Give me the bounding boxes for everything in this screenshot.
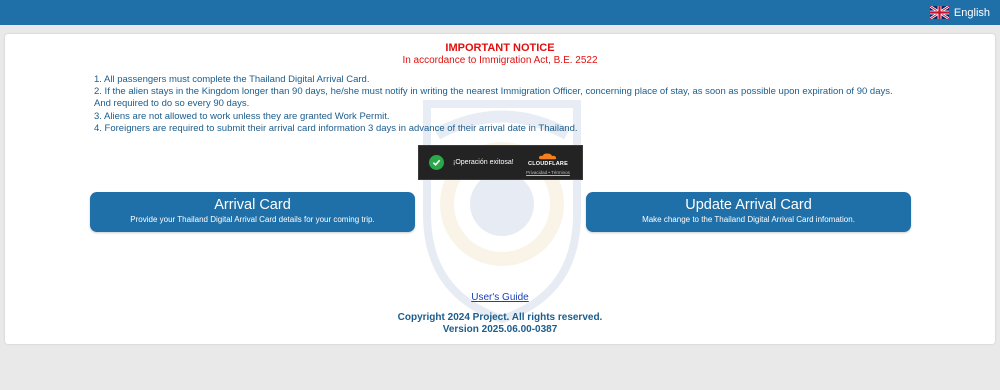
- main-card: IMPORTANT NOTICE In accordance to Immigr…: [5, 34, 995, 344]
- cloudflare-logo-text: CLOUDFLARE: [528, 161, 568, 167]
- language-selector[interactable]: English: [929, 6, 990, 19]
- rule-item: 1. All passengers must complete the Thai…: [94, 74, 370, 85]
- arrival-card-title: Arrival Card: [214, 197, 291, 213]
- uk-flag-icon: [929, 6, 949, 19]
- version-text: Version 2025.06.00-0387: [442, 324, 558, 335]
- arrival-card-description: Provide your Thailand Digital Arrival Ca…: [130, 215, 375, 224]
- notice-rules: 1. All passengers must complete the Thai…: [94, 74, 909, 135]
- user-guide-link[interactable]: User's Guide: [471, 292, 529, 303]
- update-arrival-card-title: Update Arrival Card: [685, 197, 812, 213]
- captcha-status: ¡Operación exitosa!: [453, 159, 514, 166]
- language-label: English: [953, 6, 990, 19]
- captcha-policy-links[interactable]: Privacidad • Términos: [526, 170, 570, 175]
- update-arrival-card-description: Make change to the Thailand Digital Arri…: [642, 215, 855, 224]
- update-arrival-card-button[interactable]: Update Arrival Card Make change to the T…: [586, 192, 911, 232]
- rule-item: 2. If the alien stays in the Kingdom lon…: [94, 86, 893, 110]
- rule-item: 3. Aliens are not allowed to work unless…: [94, 110, 390, 122]
- copyright-text: Copyright 2024 Project. All rights reser…: [397, 312, 603, 323]
- notice-subtitle: In accordance to Immigration Act, B.E. 2…: [402, 55, 598, 66]
- captcha-widget[interactable]: ¡Operación exitosa! CLOUDFLARE Privacida…: [418, 145, 583, 180]
- top-bar: English: [0, 0, 1000, 25]
- arrival-card-button[interactable]: Arrival Card Provide your Thailand Digit…: [90, 192, 415, 232]
- check-circle-icon: [429, 155, 444, 170]
- notice-title: IMPORTANT NOTICE: [445, 42, 555, 54]
- rule-item: 4. Foreigners are required to submit the…: [94, 122, 578, 134]
- user-guide: User's Guide: [5, 287, 995, 305]
- cloudflare-branding: CLOUDFLARE Privacidad • Términos: [522, 152, 574, 175]
- cloudflare-cloud-icon: [539, 153, 557, 160]
